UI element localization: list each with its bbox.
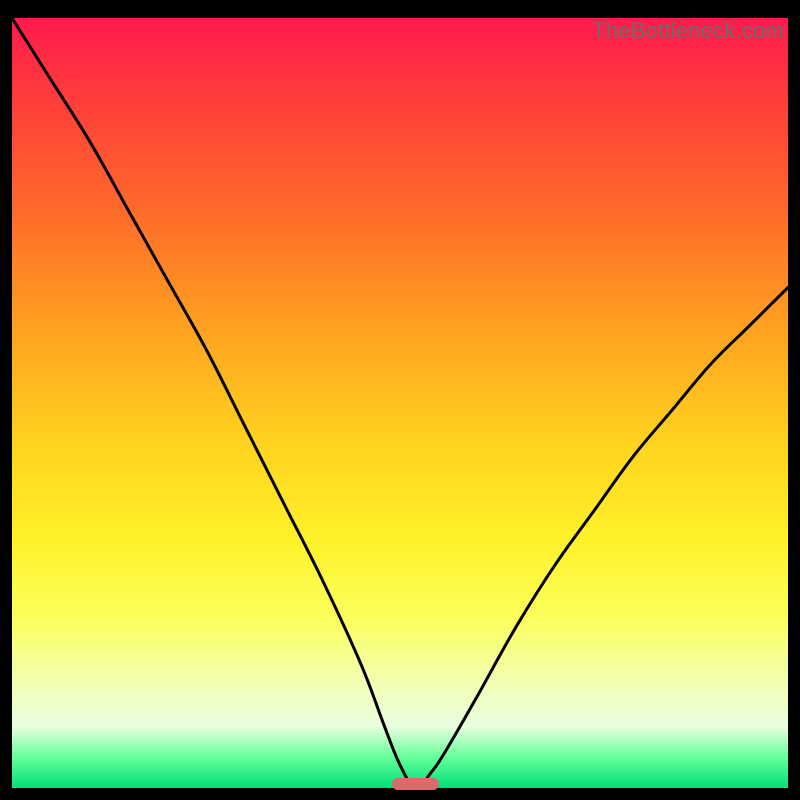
bottleneck-curve: [12, 18, 788, 788]
optimum-marker: [392, 778, 439, 790]
watermark-text: TheBottleneck.com: [592, 18, 784, 44]
chart-frame: TheBottleneck.com: [12, 18, 788, 788]
